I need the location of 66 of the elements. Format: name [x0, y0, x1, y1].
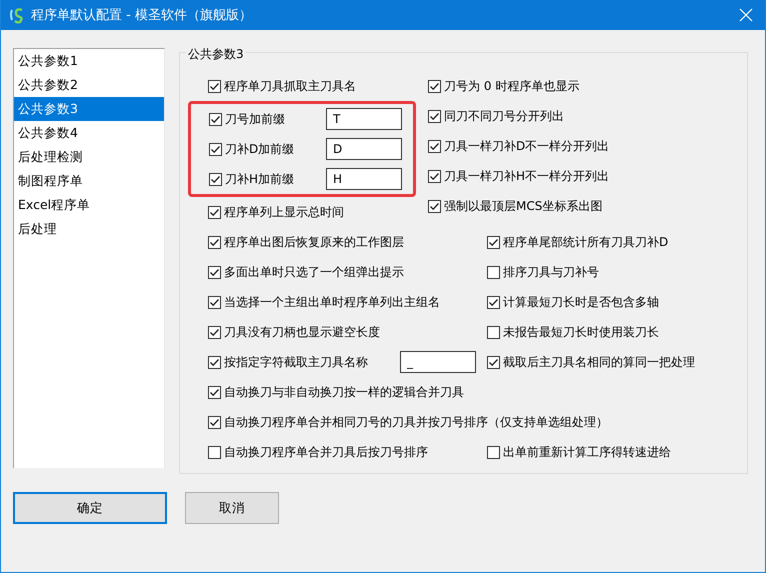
checked-checkbox[interactable]: [209, 112, 222, 126]
checkbox-label[interactable]: 自动换刀程序单合并刀具后按刀号排序: [224, 444, 428, 460]
checkbox-label[interactable]: 出单前重新计算工序得转速进给: [503, 444, 671, 460]
checkbox-label[interactable]: 截取后主刀具名相同的算同一把处理: [503, 354, 695, 370]
checked-checkbox[interactable]: [208, 326, 221, 338]
checkbox-label[interactable]: 刀补D加前缀: [225, 140, 294, 158]
checked-checkbox[interactable]: [208, 416, 221, 428]
group-title: 公共参数3: [186, 46, 246, 63]
checked-checkbox[interactable]: [209, 142, 222, 156]
checked-checkbox[interactable]: [428, 110, 441, 122]
list-item[interactable]: 公共参数1: [14, 49, 164, 73]
checked-checkbox[interactable]: [209, 172, 222, 186]
checked-checkbox[interactable]: [428, 80, 441, 92]
checked-checkbox[interactable]: [428, 200, 441, 212]
checkbox[interactable]: [487, 446, 500, 458]
checkbox-label[interactable]: 刀具一样刀补H不一样分开列出: [444, 168, 610, 184]
checked-checkbox[interactable]: [208, 206, 221, 218]
app-logo-icon: [9, 6, 25, 24]
checked-checkbox[interactable]: [487, 296, 500, 308]
checkbox-label[interactable]: 自动换刀与非自动换刀按一样的逻辑合并刀具: [224, 384, 464, 400]
checkbox-label[interactable]: 未报告最短刀长时使用装刀长: [503, 324, 659, 340]
checkbox-label[interactable]: 同刀不同刀号分开列出: [444, 108, 564, 124]
checked-checkbox[interactable]: [428, 140, 441, 152]
ok-button[interactable]: 确定: [13, 492, 167, 524]
list-item[interactable]: 公共参数2: [14, 73, 164, 97]
checkbox[interactable]: [487, 326, 500, 338]
checkbox-label[interactable]: 刀具一样刀补D不一样分开列出: [444, 138, 610, 154]
checked-checkbox[interactable]: [208, 296, 221, 308]
checkbox-label[interactable]: 程序单尾部统计所有刀具刀补D: [503, 234, 668, 250]
checkbox-label[interactable]: 程序单刀具抓取主刀具名: [224, 78, 356, 94]
window-title: 程序单默认配置 - 模圣软件（旗舰版）: [31, 7, 253, 24]
checkbox-label[interactable]: 计算最短刀长时是否包含多轴: [503, 294, 659, 310]
list-item[interactable]: 制图程序单: [14, 169, 164, 193]
text-field[interactable]: D: [326, 138, 402, 160]
checked-checkbox[interactable]: [428, 170, 441, 182]
checked-checkbox[interactable]: [208, 266, 221, 278]
checked-checkbox[interactable]: [208, 386, 221, 398]
list-item[interactable]: 公共参数3: [14, 97, 164, 121]
checkbox-label[interactable]: 程序单出图后恢复原来的工作图层: [224, 234, 404, 250]
close-icon[interactable]: [739, 8, 753, 22]
checked-checkbox[interactable]: [208, 356, 221, 368]
checkbox-label[interactable]: 自动换刀程序单合并相同刀号的刀具并按刀号排序（仅支持单选组处理）: [224, 414, 608, 430]
checkbox-label[interactable]: 强制以最顶层MCS坐标系出图: [444, 198, 602, 214]
text-field[interactable]: H: [326, 168, 402, 190]
checkbox-label[interactable]: 当选择一个主组出单时程序单列出主组名: [224, 294, 440, 310]
checkbox-label[interactable]: 刀号加前缀: [225, 110, 285, 128]
checkbox-label[interactable]: 按指定字符截取主刀具名称: [224, 354, 368, 370]
checkbox[interactable]: [487, 266, 500, 278]
list-item[interactable]: Excel程序单: [14, 193, 164, 217]
checkbox[interactable]: [208, 446, 221, 458]
list-item[interactable]: 公共参数4: [14, 121, 164, 145]
checked-checkbox[interactable]: [487, 236, 500, 248]
checkbox-label[interactable]: 程序单列上显示总时间: [224, 204, 344, 220]
checkbox-label[interactable]: 刀具没有刀柄也显示避空长度: [224, 324, 380, 340]
list-item[interactable]: 后处理检测: [14, 145, 164, 169]
checked-checkbox[interactable]: [208, 80, 221, 92]
checkbox-label[interactable]: 刀补H加前缀: [225, 170, 294, 188]
checkbox-label[interactable]: 多面出单时只选了一个组弹出提示: [224, 264, 404, 280]
checked-checkbox[interactable]: [208, 236, 221, 248]
text-field[interactable]: _: [400, 351, 476, 373]
checkbox-label[interactable]: 刀号为 0 时程序单也显示: [444, 78, 580, 94]
cancel-button[interactable]: 取消: [185, 492, 279, 524]
text-field[interactable]: T: [326, 108, 402, 130]
checked-checkbox[interactable]: [487, 356, 500, 368]
list-item[interactable]: 后处理: [14, 217, 164, 241]
checkbox-label[interactable]: 排序刀具与刀补号: [503, 264, 599, 280]
